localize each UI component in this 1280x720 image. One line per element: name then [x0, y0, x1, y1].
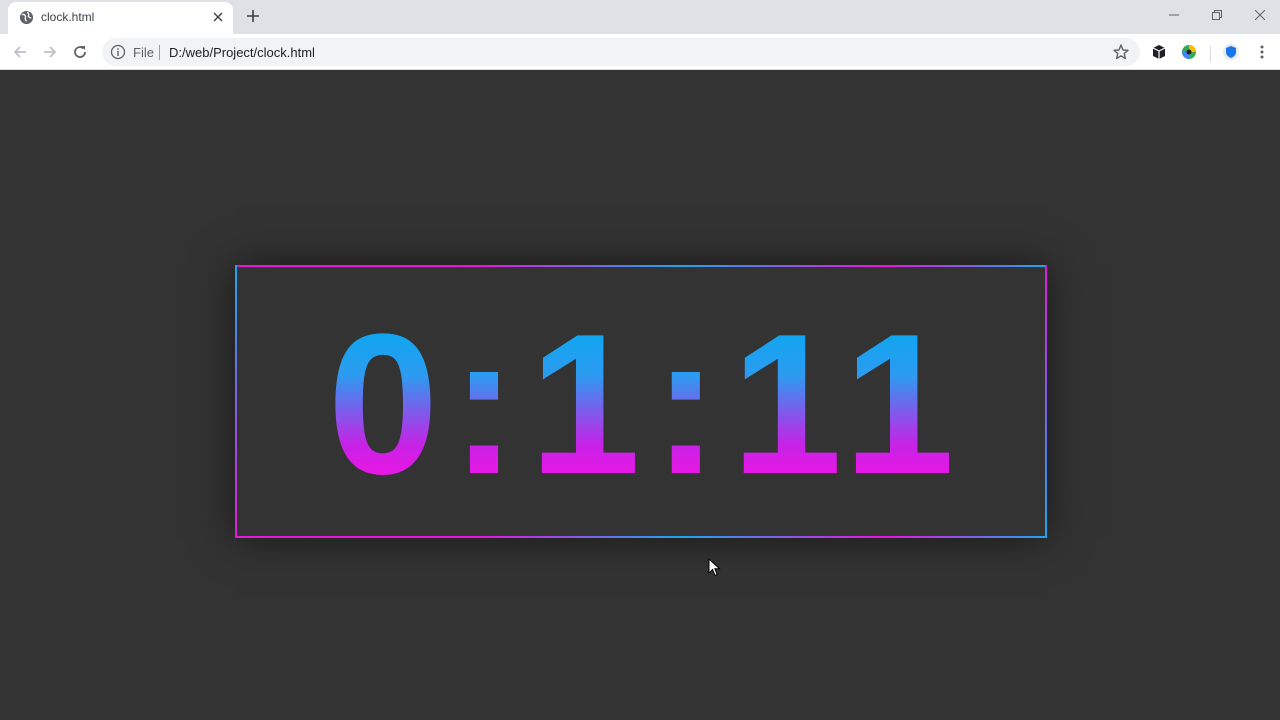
browser-tab[interactable]: clock.html — [8, 2, 233, 34]
restore-icon — [1212, 10, 1222, 20]
restore-button[interactable] — [1207, 6, 1227, 24]
clock-panel: 0:1:11 — [237, 267, 1045, 536]
browser-toolbar: File D:/web/Project/clock.html — [0, 34, 1280, 70]
tab-strip: clock.html — [0, 0, 1280, 34]
minimize-button[interactable] — [1164, 6, 1184, 24]
page-viewport: 0:1:11 — [0, 70, 1280, 720]
star-icon[interactable] — [1112, 43, 1130, 61]
new-tab-button[interactable] — [244, 7, 262, 25]
tab-close-button[interactable] — [210, 9, 226, 25]
arrow-right-icon — [44, 46, 57, 58]
forward-button[interactable] — [38, 40, 62, 64]
close-icon — [213, 12, 223, 22]
shield-extension-icon[interactable] — [1222, 43, 1240, 61]
arrow-left-icon — [13, 46, 26, 58]
close-window-button[interactable] — [1250, 6, 1270, 24]
address-bar[interactable]: File D:/web/Project/clock.html — [102, 38, 1140, 66]
close-icon — [1255, 10, 1265, 20]
reload-icon — [74, 46, 86, 58]
colorful-extension-icon[interactable] — [1180, 43, 1198, 61]
kebab-menu-icon — [1260, 45, 1264, 59]
omnibox-divider — [159, 45, 160, 60]
toolbar-divider — [1210, 46, 1211, 62]
info-icon[interactable] — [110, 44, 126, 60]
scheme-label: File — [133, 45, 154, 60]
reload-button[interactable] — [68, 40, 92, 64]
cube-extension-icon[interactable] — [1150, 43, 1168, 61]
clock-frame: 0:1:11 — [235, 265, 1047, 538]
clock-time: 0:1:11 — [315, 304, 966, 505]
mouse-cursor-icon — [708, 558, 721, 577]
tab-title: clock.html — [41, 10, 95, 24]
minimize-icon — [1169, 14, 1179, 16]
back-button[interactable] — [8, 40, 32, 64]
plus-icon — [247, 10, 259, 22]
browser-menu-button[interactable] — [1252, 42, 1272, 62]
url-text[interactable]: D:/web/Project/clock.html — [169, 45, 315, 60]
globe-icon — [19, 10, 34, 25]
